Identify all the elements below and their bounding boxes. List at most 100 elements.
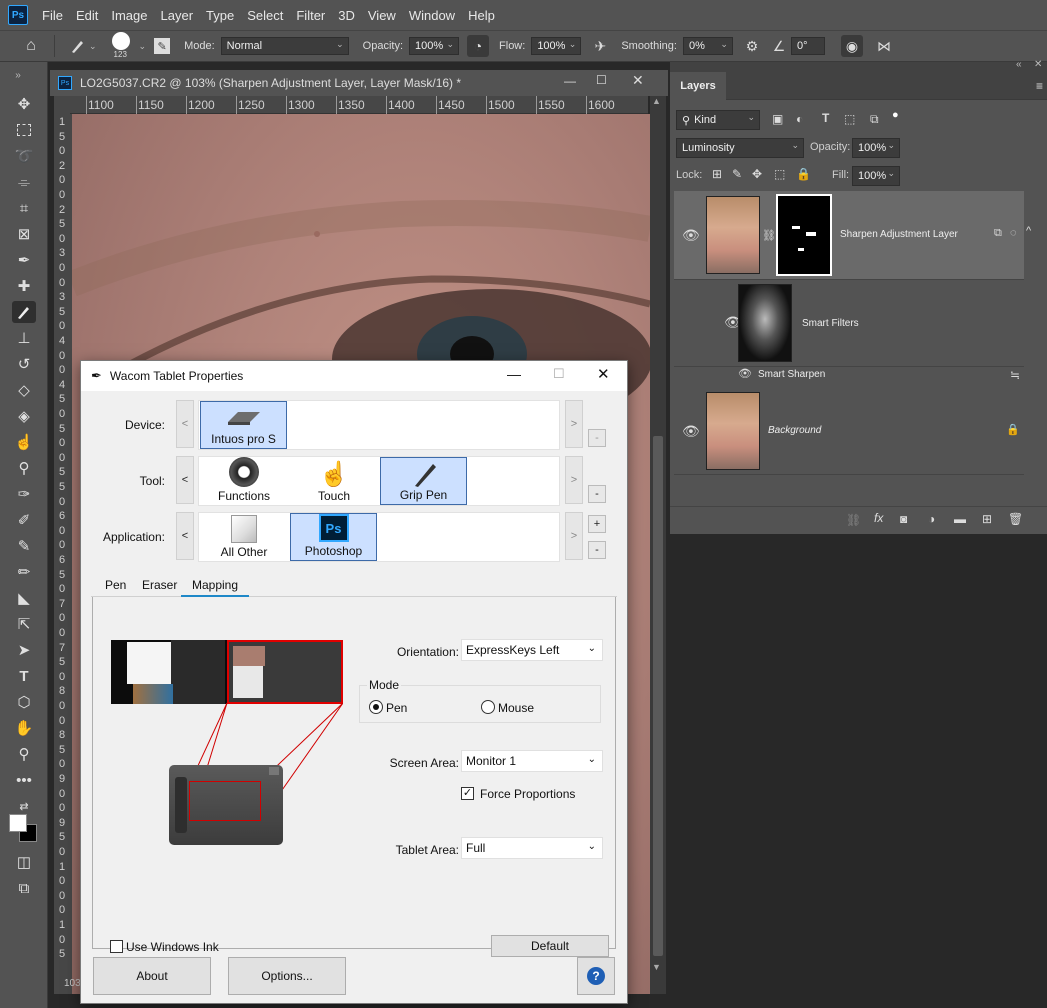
- freeform-pen-tool-icon[interactable]: ✐: [12, 509, 36, 531]
- shape-tool-icon[interactable]: ⬡: [12, 691, 36, 713]
- lock-artboard-icon[interactable]: ⬚: [774, 167, 785, 181]
- minimize-document-icon[interactable]: —: [564, 74, 576, 88]
- smart-filters-row[interactable]: 👁 Smart Filters 👁 Smart Sharpen ≒: [674, 279, 1024, 382]
- tool-item-grip-pen[interactable]: Grip Pen: [380, 457, 467, 505]
- history-brush-tool-icon[interactable]: ↺: [12, 353, 36, 375]
- delete-layer-trash-icon[interactable]: 🗑: [1008, 512, 1023, 526]
- tab-layers[interactable]: Layers: [670, 72, 726, 100]
- menu-3d[interactable]: 3D: [338, 8, 355, 23]
- about-button[interactable]: About: [93, 957, 211, 995]
- lock-position-icon[interactable]: ✥: [752, 167, 762, 181]
- app-item-all-other[interactable]: All Other: [200, 513, 288, 561]
- menu-type[interactable]: Type: [206, 8, 234, 23]
- home-icon[interactable]: ⌂: [20, 35, 42, 57]
- layer-opacity-field[interactable]: 100% ⌄: [852, 138, 900, 158]
- frame-tool-icon[interactable]: ⊠: [12, 223, 36, 245]
- close-panels-icon[interactable]: ✕: [1034, 59, 1042, 70]
- brush-tool-active-icon[interactable]: [12, 301, 36, 323]
- menu-window[interactable]: Window: [409, 8, 455, 23]
- brush-settings-icon[interactable]: ✎: [154, 38, 171, 54]
- menu-image[interactable]: Image: [111, 8, 147, 23]
- quick-mask-icon[interactable]: ◫: [12, 851, 36, 873]
- tool-item-touch[interactable]: ☝ Touch: [290, 457, 378, 505]
- smoothing-field[interactable]: 0% ⌄: [682, 37, 733, 55]
- screen-area-select[interactable]: Monitor 1 ⌄: [461, 750, 603, 772]
- filter-pixel-icon[interactable]: ▣: [772, 112, 783, 126]
- application-scroll-left[interactable]: <: [176, 512, 194, 560]
- blend-mode-select[interactable]: Luminosity ⌄: [676, 138, 804, 158]
- pressure-size-icon[interactable]: ◉: [840, 35, 863, 57]
- menu-view[interactable]: View: [368, 8, 396, 23]
- add-mask-icon[interactable]: ◙: [900, 512, 907, 526]
- flow-field[interactable]: 100% ⌄: [531, 37, 582, 55]
- smoothing-options-gear-icon[interactable]: ⚙: [741, 35, 763, 57]
- default-button[interactable]: Default: [491, 935, 609, 957]
- opacity-field[interactable]: 100% ⌄: [409, 37, 460, 55]
- lock-all-icon[interactable]: 🔒: [796, 167, 811, 181]
- menu-edit[interactable]: Edit: [76, 8, 98, 23]
- healing-brush-tool-icon[interactable]: ✚: [12, 275, 36, 297]
- fill-field[interactable]: 100% ⌄: [852, 166, 900, 186]
- device-item-intuos[interactable]: Intuos pro S: [200, 401, 287, 449]
- more-tools-icon[interactable]: •••: [12, 769, 36, 791]
- tool-item-functions[interactable]: Functions: [200, 457, 288, 505]
- use-windows-ink-checkbox[interactable]: [110, 940, 123, 953]
- scroll-down-icon[interactable]: ▼: [652, 962, 661, 972]
- dialog-minimize-icon[interactable]: —: [507, 366, 521, 382]
- add-anchor-point-tool-icon[interactable]: ✎: [12, 535, 36, 557]
- angle-field[interactable]: 0°: [790, 37, 825, 55]
- filter-shape-icon[interactable]: ⬚: [844, 112, 855, 126]
- menu-layer[interactable]: Layer: [161, 8, 194, 23]
- menu-file[interactable]: File: [42, 8, 63, 23]
- clone-stamp-tool-icon[interactable]: ⊥: [12, 327, 36, 349]
- mode-pen-radio[interactable]: [369, 700, 383, 714]
- menu-select[interactable]: Select: [247, 8, 283, 23]
- dialog-titlebar[interactable]: ✒ Wacom Tablet Properties — ☐ ✕: [81, 361, 627, 391]
- quick-selection-tool-icon[interactable]: ⌯: [12, 171, 36, 193]
- mask-link-icon[interactable]: ⛓: [762, 229, 776, 242]
- lock-transparent-icon[interactable]: ⊞: [712, 167, 722, 181]
- screen-mode-icon[interactable]: ⧉: [12, 877, 36, 899]
- link-layers-icon[interactable]: ⛓: [846, 513, 861, 527]
- filter-kind-select[interactable]: ⚲ Kind ⌄: [676, 110, 760, 130]
- collapse-panels-icon[interactable]: «: [1016, 59, 1022, 70]
- crop-tool-icon[interactable]: ⌗: [12, 197, 36, 219]
- symmetry-butterfly-icon[interactable]: ⋈: [873, 35, 895, 57]
- brush-tool-icon[interactable]: [67, 35, 89, 57]
- dialog-close-icon[interactable]: ✕: [597, 365, 610, 383]
- visibility-eye-icon[interactable]: 👁: [682, 227, 700, 244]
- help-button[interactable]: ?: [577, 957, 615, 995]
- paint-bucket-tool-icon[interactable]: ◈: [12, 405, 36, 427]
- airbrush-icon[interactable]: ✈: [589, 35, 611, 57]
- tab-pen[interactable]: Pen: [105, 578, 126, 592]
- hand-tool-icon[interactable]: ✋: [12, 717, 36, 739]
- add-layer-style-icon[interactable]: fx: [874, 511, 883, 525]
- menu-help[interactable]: Help: [468, 8, 495, 23]
- foreground-color-swatch[interactable]: [9, 814, 27, 832]
- zoom-tool-icon[interactable]: ⚲: [12, 743, 36, 765]
- filter-type-icon[interactable]: T: [822, 111, 829, 125]
- convert-point-tool-icon[interactable]: ✏: [12, 561, 36, 583]
- move-tool-icon[interactable]: ✥: [12, 93, 36, 115]
- application-add-button[interactable]: +: [588, 515, 606, 533]
- close-document-icon[interactable]: ✕: [632, 72, 644, 89]
- pointer-tool-icon[interactable]: ➤: [12, 639, 36, 661]
- options-button[interactable]: Options...: [228, 957, 346, 995]
- lock-image-icon[interactable]: ✎: [732, 167, 742, 181]
- panel-menu-icon[interactable]: ≡: [1036, 79, 1043, 93]
- mode-mouse-radio[interactable]: [481, 700, 495, 714]
- filter-adjustment-icon[interactable]: ◐: [796, 112, 803, 126]
- scrollbar-thumb[interactable]: [653, 436, 663, 956]
- direct-selection-tool-icon[interactable]: ⇱: [12, 613, 36, 635]
- marquee-tool-icon[interactable]: [12, 119, 36, 141]
- smart-sharpen-visibility-eye-icon[interactable]: 👁: [738, 367, 752, 380]
- ruler-origin[interactable]: [54, 96, 70, 114]
- brush-picker-chevron-icon[interactable]: ⌄: [139, 41, 147, 52]
- layer-mask-thumbnail[interactable]: [776, 194, 832, 276]
- app-item-photoshop[interactable]: Ps Photoshop: [290, 513, 377, 561]
- tool-scroll-left[interactable]: <: [176, 456, 194, 504]
- maximize-document-icon[interactable]: ☐: [596, 73, 607, 87]
- orientation-select[interactable]: ExpressKeys Left ⌄: [461, 639, 603, 661]
- smart-sharpen-label[interactable]: Smart Sharpen: [758, 369, 825, 380]
- tablet-area-select[interactable]: Full ⌄: [461, 837, 603, 859]
